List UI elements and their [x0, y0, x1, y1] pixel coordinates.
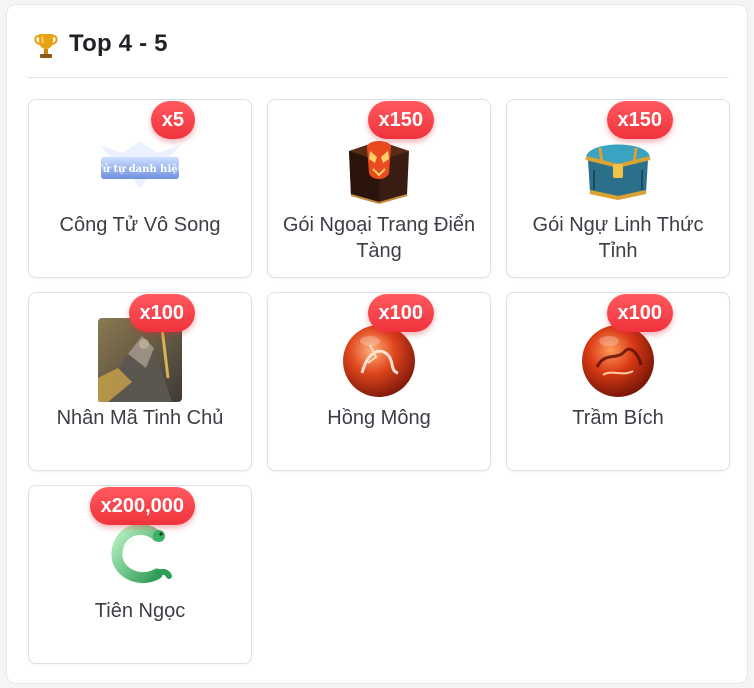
- reward-card[interactable]: x200,000 Tiên Ngọc: [28, 485, 252, 664]
- reward-name: Công Tử Vô Song: [59, 214, 221, 236]
- reward-card[interactable]: Tử tự danh hiệu x5 Công Tử Vô Song: [28, 99, 252, 278]
- trophy-icon: [33, 31, 59, 61]
- quantity-badge: x100: [128, 294, 195, 332]
- reward-name: Gói Ngoại Trang Điển Tàng: [282, 214, 476, 262]
- quantity-badge: x100: [606, 294, 673, 332]
- quantity-badge: x150: [367, 101, 434, 139]
- quantity-badge: x5: [150, 101, 195, 139]
- reward-name: Tiên Ngọc: [94, 600, 186, 622]
- reward-card[interactable]: x100 Hồng Mông: [267, 292, 491, 471]
- reward-card[interactable]: x100 Nhân Mã Tinh Chủ: [28, 292, 252, 471]
- banner-text: Tử tự danh hiệu: [97, 164, 183, 175]
- reward-name: Gói Ngự Linh Thức Tỉnh: [532, 214, 704, 262]
- quantity-badge: x200,000: [89, 487, 195, 525]
- reward-grid: Tử tự danh hiệu x5 Công Tử Vô Song x150 …: [28, 99, 730, 664]
- reward-card[interactable]: x100 Trầm Bích: [506, 292, 730, 471]
- reward-name: Hồng Mông: [327, 407, 431, 429]
- section-title: Top 4 - 5: [69, 30, 168, 57]
- reward-card[interactable]: x150 Gói Ngoại Trang Điển Tàng: [267, 99, 491, 278]
- reward-panel: Top 4 - 5 Tử tự danh hiệu x5 Công Tử Vô …: [6, 4, 748, 684]
- section-header: Top 4 - 5: [27, 27, 729, 78]
- reward-name: Trầm Bích: [572, 407, 664, 429]
- quantity-badge: x100: [367, 294, 434, 332]
- reward-name: Nhân Mã Tinh Chủ: [56, 407, 224, 429]
- reward-card[interactable]: x150 Gói Ngự Linh Thức Tỉnh: [506, 99, 730, 278]
- quantity-badge: x150: [606, 101, 673, 139]
